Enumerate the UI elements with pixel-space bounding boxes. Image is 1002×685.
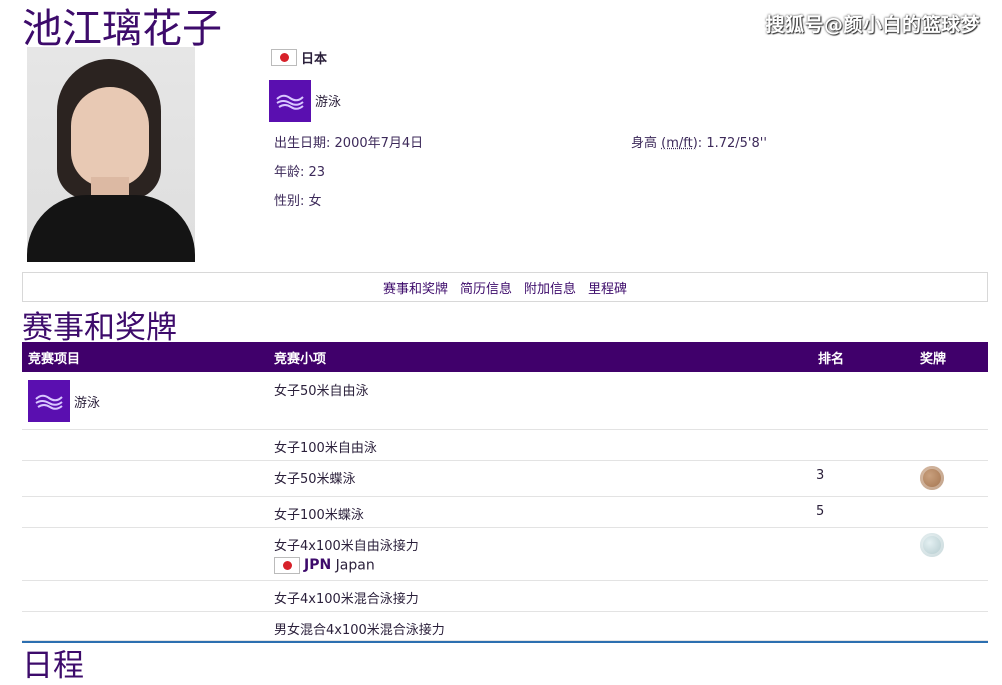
medal-cell xyxy=(914,429,988,461)
birth-date: 出生日期: 2000年7月4日 xyxy=(274,136,424,151)
athlete-photo xyxy=(27,47,195,262)
header-sport: 竞赛项目 xyxy=(28,351,81,367)
age: 年龄: 23 xyxy=(274,165,326,180)
gender-value: 女 xyxy=(308,194,322,209)
section-nav: 赛事和奖牌 简历信息 附加信息 里程碑 xyxy=(22,272,988,302)
athlete-name: 池江璃花子 xyxy=(22,6,222,52)
nav-milestones[interactable]: 里程碑 xyxy=(588,278,627,297)
event-cell: 女子4x100米混合泳接力 xyxy=(268,580,812,612)
height-label: 身高 xyxy=(631,136,658,151)
gender: 性别: 女 xyxy=(274,194,322,209)
medal-cell xyxy=(914,460,988,497)
event-cell: 女子100米蝶泳 xyxy=(268,496,812,528)
table-row: 女子4x100米自由泳接力 JPN Japan xyxy=(22,527,988,581)
rank-cell xyxy=(812,527,914,581)
birth-label: 出生日期 xyxy=(274,136,327,151)
team-entry: JPN Japan xyxy=(274,556,806,574)
medal-cell xyxy=(914,580,988,612)
watermark-text: 搜狐号@颜小白的篮球梦 xyxy=(765,14,980,36)
rank-cell xyxy=(812,372,914,430)
swimming-icon xyxy=(269,80,311,122)
rank-cell xyxy=(812,429,914,461)
nav-events-medals[interactable]: 赛事和奖牌 xyxy=(383,278,448,297)
table-row: 女子100米蝶泳 5 xyxy=(22,496,988,528)
birth-value: 2000年7月4日 xyxy=(334,136,424,151)
japan-flag-icon xyxy=(274,556,300,574)
silver-medal-icon xyxy=(920,532,944,557)
team-name: Japan xyxy=(335,557,375,573)
medal-cell xyxy=(914,527,988,581)
age-value: 23 xyxy=(308,165,326,180)
table-row: 女子50米蝶泳 3 xyxy=(22,460,988,497)
height-value: 1.72/5'8'' xyxy=(706,136,767,151)
sport-cell-label: 游泳 xyxy=(74,395,101,411)
table-row: 游泳 女子50米自由泳 xyxy=(22,372,988,430)
height-unit[interactable]: (m/ft) xyxy=(661,136,698,151)
japan-flag-icon xyxy=(271,49,297,66)
header-medal: 奖牌 xyxy=(920,351,947,367)
event-name: 女子4x100米自由泳接力 xyxy=(274,538,419,554)
results-table: 竞赛项目 竞赛小项 排名 奖牌 游泳 女子50米自由泳 女子100米自由泳 女子… xyxy=(22,342,988,641)
bronze-medal-icon xyxy=(920,465,944,490)
table-row: 女子100米自由泳 xyxy=(22,429,988,461)
table-row: 男女混合4x100米混合泳接力 xyxy=(22,611,988,641)
rank-cell xyxy=(812,580,914,612)
table-header-row: 竞赛项目 竞赛小项 排名 奖牌 xyxy=(22,342,988,372)
event-cell: 女子50米蝶泳 xyxy=(268,460,812,497)
event-cell: 女子100米自由泳 xyxy=(268,429,812,461)
medal-cell xyxy=(914,372,988,430)
team-code[interactable]: JPN xyxy=(304,557,331,573)
section-title: 赛事和奖牌 xyxy=(22,310,177,346)
event-cell: 女子4x100米自由泳接力 JPN Japan xyxy=(268,527,812,581)
rank-cell: 3 xyxy=(812,460,914,497)
nav-additional-info[interactable]: 附加信息 xyxy=(524,278,576,297)
sport-label: 游泳 xyxy=(315,95,342,110)
event-cell: 男女混合4x100米混合泳接力 xyxy=(268,611,812,641)
rank-cell xyxy=(812,611,914,641)
table-row: 女子4x100米混合泳接力 xyxy=(22,580,988,612)
medal-cell xyxy=(914,496,988,528)
age-label: 年龄 xyxy=(274,165,301,180)
sport-cell: 游泳 xyxy=(22,372,268,430)
medal-cell xyxy=(914,611,988,641)
gender-label: 性别 xyxy=(274,194,301,209)
swimming-icon xyxy=(28,380,70,422)
header-rank: 排名 xyxy=(818,351,845,367)
country: 日本 xyxy=(271,48,327,67)
section-divider xyxy=(22,641,988,643)
event-cell: 女子50米自由泳 xyxy=(268,372,812,430)
country-label: 日本 xyxy=(301,52,328,67)
nav-bio[interactable]: 简历信息 xyxy=(460,278,512,297)
rank-cell: 5 xyxy=(812,496,914,528)
header-event: 竞赛小项 xyxy=(274,351,327,367)
next-section-title: 日程 xyxy=(22,648,84,684)
height: 身高 (m/ft): 1.72/5'8'' xyxy=(631,136,767,151)
